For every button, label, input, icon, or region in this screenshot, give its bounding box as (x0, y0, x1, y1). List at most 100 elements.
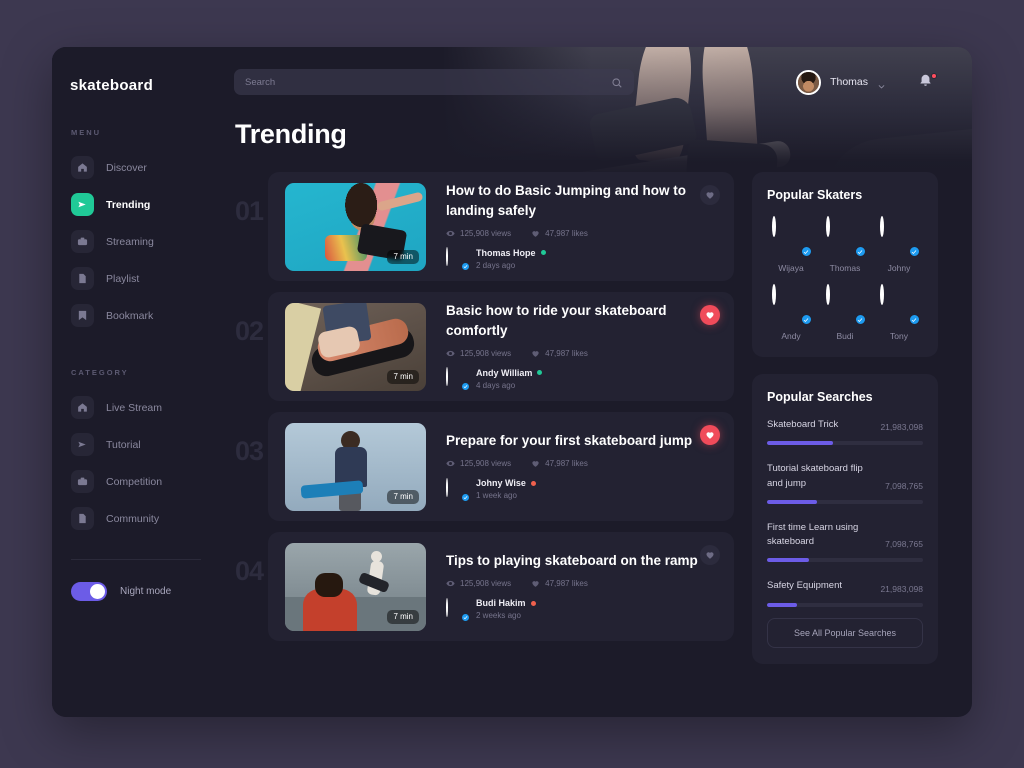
menu-section-label: MENU (71, 128, 102, 137)
skater-item[interactable]: Tony (875, 284, 923, 341)
search-progress-fill (767, 558, 810, 563)
search-progress-track (767, 499, 923, 504)
bell-icon[interactable] (918, 72, 938, 92)
video-author[interactable]: Budi Hakim 2 weeks ago (446, 597, 720, 622)
popular-skaters-panel: Popular Skaters Wijaya Thomas Johny Andy Bud… (752, 172, 938, 357)
chevron-down-icon[interactable] (877, 78, 886, 89)
search-term: Tutorial skateboard flip and jump (767, 463, 863, 489)
like-button[interactable] (700, 545, 720, 565)
popular-skaters-title: Popular Skaters (767, 188, 863, 202)
sidebar-item-playlist[interactable]: Playlist (52, 260, 220, 297)
sidebar-item-label: Live Stream (106, 401, 163, 414)
avatar (825, 216, 830, 237)
video-card[interactable]: 01 7 min How to do Basic Jumping and how t… (235, 172, 734, 281)
search-count: 7,098,765 (885, 480, 923, 491)
verified-badge-icon (908, 246, 920, 257)
video-likes-text: 47,987 likes (545, 228, 588, 238)
video-duration-badge: 7 min (387, 369, 419, 384)
video-rank: 02 (235, 316, 264, 346)
video-likes-text: 47,987 likes (545, 579, 588, 589)
author-name: Johny Wise (476, 478, 526, 489)
video-title[interactable]: Basic how to ride your skateboard comfor… (446, 301, 701, 339)
video-thumbnail[interactable]: 7 min (285, 542, 426, 631)
video-author[interactable]: Andy William 4 days ago (446, 367, 720, 392)
video-views: 125,908 views (446, 459, 511, 468)
sidebar-item-discover[interactable]: Discover (52, 149, 220, 186)
night-mode-toggle[interactable] (71, 582, 107, 601)
video-likes-text: 47,987 likes (545, 348, 588, 358)
video-card[interactable]: 02 7 min Basic how to ride your skateboard… (235, 292, 734, 401)
file-icon (71, 267, 94, 290)
like-button[interactable] (700, 425, 720, 445)
search-progress-track (767, 441, 923, 446)
video-likes: 47,987 likes (531, 229, 588, 238)
search-count: 7,098,765 (885, 539, 923, 550)
search-progress-track (767, 558, 923, 563)
see-all-popular-searches-button[interactable]: See All Popular Searches (767, 617, 923, 648)
right-rail: Popular Skaters Wijaya Thomas Johny Andy Bud… (752, 172, 938, 717)
skater-item[interactable]: Wijaya (767, 216, 815, 273)
video-title[interactable]: Prepare for your first skateboard jump (446, 431, 701, 450)
camera-icon (71, 230, 94, 253)
search-progress-fill (767, 499, 817, 504)
sidebar-item-trending[interactable]: Trending (52, 186, 220, 223)
home-icon (71, 396, 94, 419)
video-card[interactable]: 03 7 min Prepare for your first skateboard… (235, 412, 734, 521)
content-area: 01 7 min How to do Basic Jumping and how t… (220, 150, 972, 717)
search-row[interactable]: Skateboard Trick 21,983,098 (767, 418, 923, 446)
video-title[interactable]: How to do Basic Jumping and how to landi… (446, 181, 701, 219)
video-card[interactable]: 04 7 min Tips to playing skateboard on the… (235, 532, 734, 641)
sidebar: skateboard MENU Discover Trending Streamin… (52, 47, 220, 717)
video-views-text: 125,908 views (460, 348, 512, 358)
skater-name: Thomas (829, 263, 861, 273)
video-thumbnail[interactable]: 7 min (285, 302, 426, 391)
video-thumbnail[interactable]: 7 min (285, 422, 426, 511)
search-row[interactable]: Tutorial skateboard flip and jump 7,098,7… (767, 462, 923, 504)
skater-item[interactable]: Johny (875, 216, 923, 273)
night-mode-row: Night mode (52, 560, 220, 601)
skater-name: Tony (890, 331, 908, 341)
video-likes: 47,987 likes (531, 459, 588, 468)
sidebar-item-bookmark[interactable]: Bookmark (52, 297, 220, 334)
video-views: 125,908 views (446, 579, 511, 588)
skater-name: Wijaya (778, 263, 804, 273)
video-thumbnail[interactable]: 7 min (285, 182, 426, 271)
search-row[interactable]: Safety Equipment 21,983,098 (767, 579, 923, 607)
video-views-text: 125,908 views (460, 579, 512, 589)
skater-name: Johny (887, 263, 911, 273)
video-title[interactable]: Tips to playing skateboard on the ramp (446, 551, 701, 570)
search-row[interactable]: First time Learn using skateboard 7,098,7… (767, 521, 923, 563)
verified-badge-icon (800, 246, 812, 257)
user-menu[interactable]: Thomas (796, 69, 886, 95)
sidebar-item-community[interactable]: Community (52, 500, 220, 537)
search-term: First time Learn using skateboard (767, 521, 859, 547)
sidebar-item-label: Playlist (106, 272, 140, 285)
notification-dot (931, 73, 937, 79)
video-rank: 03 (235, 436, 264, 466)
avatar (446, 477, 448, 497)
sidebar-item-tutorial[interactable]: Tutorial (52, 426, 220, 463)
sidebar-item-live-stream[interactable]: Live Stream (52, 389, 220, 426)
search-input[interactable] (245, 76, 611, 88)
skater-item[interactable]: Budi (821, 284, 869, 341)
avatar (446, 597, 448, 617)
skater-item[interactable]: Andy (767, 284, 815, 341)
video-duration-badge: 7 min (387, 249, 419, 264)
video-author[interactable]: Thomas Hope 2 days ago (446, 247, 720, 272)
popular-searches-panel: Popular Searches Skateboard Trick 21,983,… (752, 374, 938, 664)
sidebar-item-streaming[interactable]: Streaming (52, 223, 220, 260)
avatar (825, 284, 830, 305)
like-button[interactable] (700, 185, 720, 205)
author-name-row: Johny Wise (476, 477, 536, 489)
sidebar-menu-list: Discover Trending Streaming Playlist Bookmar… (52, 149, 220, 334)
video-timestamp: 1 week ago (476, 491, 517, 501)
search-icon[interactable] (611, 76, 623, 88)
video-views-text: 125,908 views (460, 459, 512, 469)
sidebar-item-competition[interactable]: Competition (52, 463, 220, 500)
search-box[interactable] (234, 69, 634, 95)
skater-item[interactable]: Thomas (821, 216, 869, 273)
video-author[interactable]: Johny Wise 1 week ago (446, 477, 720, 502)
like-button[interactable] (700, 305, 720, 325)
app-window: skateboard MENU Discover Trending Streamin… (52, 47, 972, 717)
verified-badge-icon (908, 314, 920, 325)
